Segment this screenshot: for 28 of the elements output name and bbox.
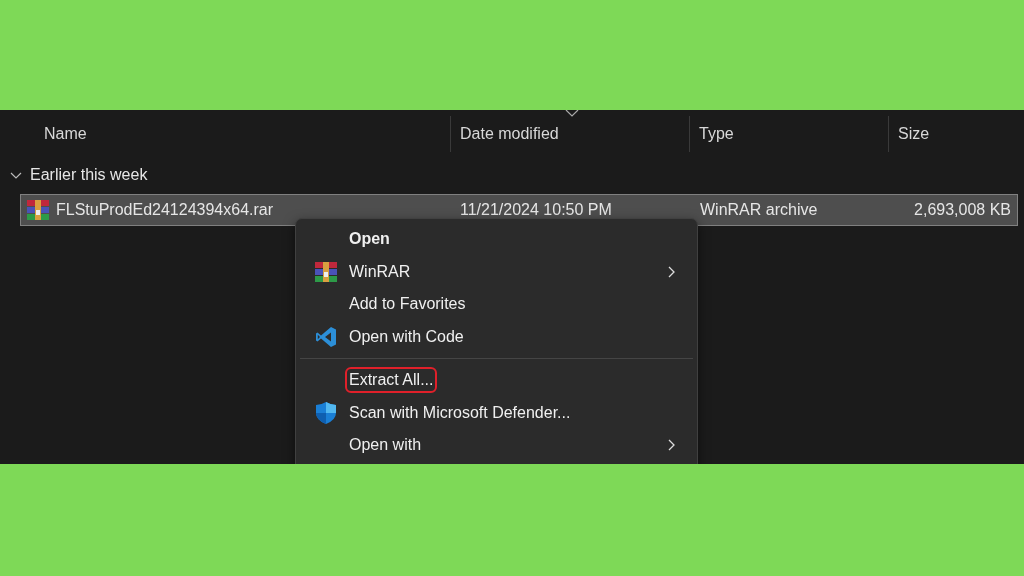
file-type: WinRAR archive bbox=[700, 201, 818, 218]
group-label: Earlier this week bbox=[30, 166, 148, 184]
column-header[interactable]: Size bbox=[889, 116, 1024, 152]
menu-item-label: Open with bbox=[349, 436, 422, 455]
menu-item-label: WinRAR bbox=[349, 262, 411, 281]
column-header[interactable]: Type bbox=[690, 116, 889, 152]
menu-item-label: Add to Favorites bbox=[349, 295, 466, 314]
menu-item[interactable]: Extract All... bbox=[300, 364, 693, 397]
file-row[interactable]: FLStuProdEd24124394x64.rar 11/21/2024 10:50 PM WinRAR archive 2,693,008 KB bbox=[20, 194, 1018, 226]
menu-item[interactable]: Open with bbox=[300, 429, 693, 462]
group-header[interactable]: Earlier this week bbox=[0, 156, 1024, 194]
column-header[interactable]: Date modified bbox=[451, 116, 690, 152]
menu-item-label: Open bbox=[349, 230, 390, 249]
menu-item[interactable]: Scan with Microsoft Defender... bbox=[300, 396, 693, 429]
shield-icon bbox=[314, 400, 337, 425]
file-size: 2,693,008 KB bbox=[914, 201, 1011, 218]
menu-item[interactable]: Open bbox=[300, 223, 693, 256]
archive-books-icon bbox=[27, 200, 49, 220]
file-name: FLStuProdEd24124394x64.rar bbox=[56, 201, 274, 219]
archive-books-icon bbox=[314, 261, 337, 282]
date-modified: 11/21/2024 10:50 PM bbox=[460, 201, 612, 218]
menu-item[interactable]: Add to Favorites bbox=[300, 288, 693, 321]
menu-item[interactable]: WinRAR bbox=[300, 255, 693, 288]
menu-item[interactable]: Open with Code bbox=[300, 320, 693, 353]
menu-item-label: Open with Code bbox=[349, 327, 464, 346]
column-header[interactable]: Name bbox=[0, 116, 451, 152]
code-editor-icon bbox=[314, 325, 337, 348]
menu-item-label: Scan with Microsoft Defender... bbox=[349, 403, 571, 422]
